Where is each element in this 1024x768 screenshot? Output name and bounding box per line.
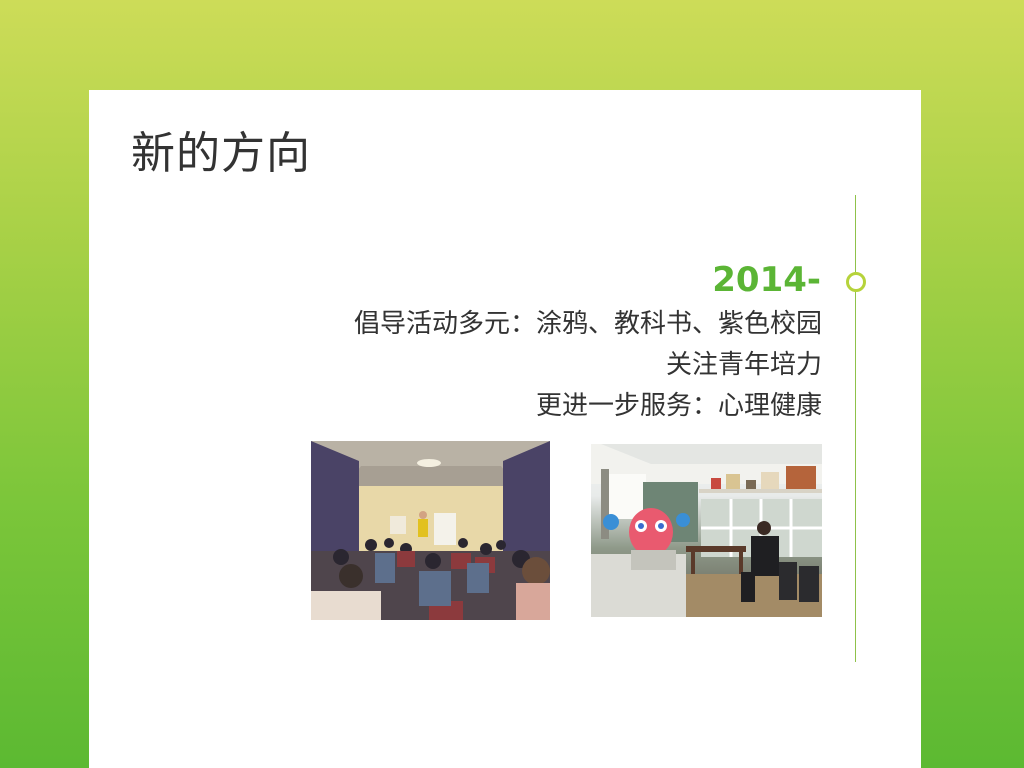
slide-card: 新的方向 2014- 倡导活动多元：涂鸦、教科书、紫色校园 关注青年培力 更进一… xyxy=(89,90,921,768)
description-line-3: 更进一步服务：心理健康 xyxy=(535,391,822,421)
timeline-year: 2014- xyxy=(712,260,821,300)
description-line-2: 关注青年培力 xyxy=(665,350,822,380)
counseling-room-illustration xyxy=(591,444,822,617)
timeline-dot-icon xyxy=(846,272,866,292)
description-line-1: 倡导活动多元：涂鸦、教科书、紫色校园 xyxy=(353,309,822,339)
meeting-room-illustration xyxy=(311,441,550,620)
timeline-line xyxy=(855,195,856,662)
counseling-room-photo xyxy=(591,444,822,617)
timeline-description: 倡导活动多元：涂鸦、教科书、紫色校园 关注青年培力 更进一步服务：心理健康 xyxy=(354,304,822,427)
slide-title: 新的方向 xyxy=(131,128,311,179)
meeting-room-photo xyxy=(311,441,550,620)
